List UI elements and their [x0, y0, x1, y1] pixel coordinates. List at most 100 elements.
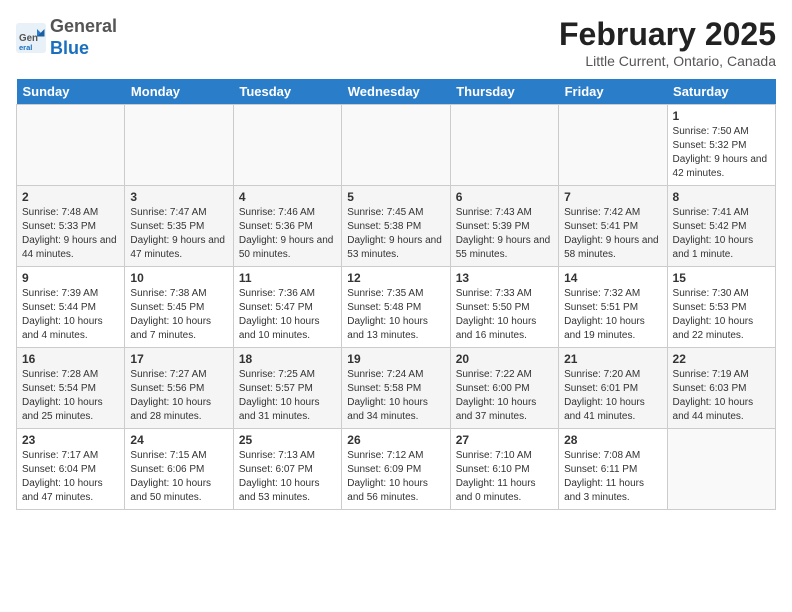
- day-info: Sunrise: 7:12 AMSunset: 6:09 PMDaylight:…: [347, 449, 444, 505]
- day-number: 12: [347, 271, 444, 285]
- calendar-cell: 15 Sunrise: 7:30 AMSunset: 5:53 PMDayligh…: [667, 267, 775, 348]
- days-header-row: SundayMondayTuesdayWednesdayThursdayFrid…: [17, 79, 776, 105]
- day-number: 3: [130, 190, 227, 204]
- page-header: Gen eral General Blue February 2025 Litt…: [16, 16, 776, 69]
- day-info: Sunrise: 7:46 AMSunset: 5:36 PMDaylight:…: [239, 206, 336, 262]
- day-number: 4: [239, 190, 336, 204]
- day-info: Sunrise: 7:08 AMSunset: 6:11 PMDaylight:…: [564, 449, 661, 505]
- calendar-table: SundayMondayTuesdayWednesdayThursdayFrid…: [16, 79, 776, 510]
- day-header-thursday: Thursday: [450, 79, 558, 105]
- calendar-cell: [125, 105, 233, 186]
- day-number: 16: [22, 352, 119, 366]
- day-info: Sunrise: 7:33 AMSunset: 5:50 PMDaylight:…: [456, 287, 553, 343]
- day-info: Sunrise: 7:42 AMSunset: 5:41 PMDaylight:…: [564, 206, 661, 262]
- day-header-sunday: Sunday: [17, 79, 125, 105]
- day-number: 27: [456, 433, 553, 447]
- day-info: Sunrise: 7:47 AMSunset: 5:35 PMDaylight:…: [130, 206, 227, 262]
- day-info: Sunrise: 7:17 AMSunset: 6:04 PMDaylight:…: [22, 449, 119, 505]
- calendar-cell: 23 Sunrise: 7:17 AMSunset: 6:04 PMDayligh…: [17, 429, 125, 510]
- day-number: 9: [22, 271, 119, 285]
- calendar-cell: 3 Sunrise: 7:47 AMSunset: 5:35 PMDaylight…: [125, 186, 233, 267]
- week-row-3: 9 Sunrise: 7:39 AMSunset: 5:44 PMDaylight…: [17, 267, 776, 348]
- day-number: 20: [456, 352, 553, 366]
- day-info: Sunrise: 7:50 AMSunset: 5:32 PMDaylight:…: [673, 125, 770, 181]
- day-number: 2: [22, 190, 119, 204]
- day-number: 15: [673, 271, 770, 285]
- day-info: Sunrise: 7:43 AMSunset: 5:39 PMDaylight:…: [456, 206, 553, 262]
- day-number: 13: [456, 271, 553, 285]
- day-number: 5: [347, 190, 444, 204]
- day-info: Sunrise: 7:28 AMSunset: 5:54 PMDaylight:…: [22, 368, 119, 424]
- calendar-cell: [667, 429, 775, 510]
- day-info: Sunrise: 7:27 AMSunset: 5:56 PMDaylight:…: [130, 368, 227, 424]
- day-header-saturday: Saturday: [667, 79, 775, 105]
- day-info: Sunrise: 7:24 AMSunset: 5:58 PMDaylight:…: [347, 368, 444, 424]
- day-info: Sunrise: 7:36 AMSunset: 5:47 PMDaylight:…: [239, 287, 336, 343]
- calendar-cell: 2 Sunrise: 7:48 AMSunset: 5:33 PMDaylight…: [17, 186, 125, 267]
- day-number: 6: [456, 190, 553, 204]
- day-info: Sunrise: 7:13 AMSunset: 6:07 PMDaylight:…: [239, 449, 336, 505]
- week-row-5: 23 Sunrise: 7:17 AMSunset: 6:04 PMDayligh…: [17, 429, 776, 510]
- day-info: Sunrise: 7:20 AMSunset: 6:01 PMDaylight:…: [564, 368, 661, 424]
- calendar-cell: 21 Sunrise: 7:20 AMSunset: 6:01 PMDayligh…: [559, 348, 667, 429]
- week-row-1: 1 Sunrise: 7:50 AMSunset: 5:32 PMDaylight…: [17, 105, 776, 186]
- calendar-cell: 22 Sunrise: 7:19 AMSunset: 6:03 PMDayligh…: [667, 348, 775, 429]
- calendar-cell: 5 Sunrise: 7:45 AMSunset: 5:38 PMDaylight…: [342, 186, 450, 267]
- day-number: 14: [564, 271, 661, 285]
- calendar-cell: 13 Sunrise: 7:33 AMSunset: 5:50 PMDayligh…: [450, 267, 558, 348]
- calendar-cell: [559, 105, 667, 186]
- day-header-wednesday: Wednesday: [342, 79, 450, 105]
- calendar-cell: 20 Sunrise: 7:22 AMSunset: 6:00 PMDayligh…: [450, 348, 558, 429]
- calendar-cell: 8 Sunrise: 7:41 AMSunset: 5:42 PMDaylight…: [667, 186, 775, 267]
- logo: Gen eral General Blue: [16, 16, 117, 59]
- calendar-cell: 12 Sunrise: 7:35 AMSunset: 5:48 PMDayligh…: [342, 267, 450, 348]
- calendar-cell: 26Sunrise: 7:12 AMSunset: 6:09 PMDayligh…: [342, 429, 450, 510]
- day-info: Sunrise: 7:22 AMSunset: 6:00 PMDaylight:…: [456, 368, 553, 424]
- calendar-cell: 16 Sunrise: 7:28 AMSunset: 5:54 PMDayligh…: [17, 348, 125, 429]
- day-number: 21: [564, 352, 661, 366]
- day-info: Sunrise: 7:19 AMSunset: 6:03 PMDaylight:…: [673, 368, 770, 424]
- day-number: 17: [130, 352, 227, 366]
- month-title: February 2025: [559, 16, 776, 53]
- calendar-cell: 19 Sunrise: 7:24 AMSunset: 5:58 PMDayligh…: [342, 348, 450, 429]
- day-info: Sunrise: 7:38 AMSunset: 5:45 PMDaylight:…: [130, 287, 227, 343]
- logo-general-text: General: [50, 16, 117, 36]
- day-number: 22: [673, 352, 770, 366]
- calendar-cell: [450, 105, 558, 186]
- day-info: Sunrise: 7:10 AMSunset: 6:10 PMDaylight:…: [456, 449, 553, 505]
- day-info: Sunrise: 7:41 AMSunset: 5:42 PMDaylight:…: [673, 206, 770, 262]
- calendar-cell: 14Sunrise: 7:32 AMSunset: 5:51 PMDayligh…: [559, 267, 667, 348]
- day-number: 28: [564, 433, 661, 447]
- svg-text:eral: eral: [19, 43, 32, 52]
- day-info: Sunrise: 7:35 AMSunset: 5:48 PMDaylight:…: [347, 287, 444, 343]
- calendar-cell: 4 Sunrise: 7:46 AMSunset: 5:36 PMDaylight…: [233, 186, 341, 267]
- day-number: 1: [673, 109, 770, 123]
- day-number: 25: [239, 433, 336, 447]
- calendar-cell: 18Sunrise: 7:25 AMSunset: 5:57 PMDayligh…: [233, 348, 341, 429]
- calendar-cell: 6 Sunrise: 7:43 AMSunset: 5:39 PMDaylight…: [450, 186, 558, 267]
- calendar-cell: 11 Sunrise: 7:36 AMSunset: 5:47 PMDayligh…: [233, 267, 341, 348]
- location: Little Current, Ontario, Canada: [559, 53, 776, 69]
- calendar-cell: 27 Sunrise: 7:10 AMSunset: 6:10 PMDayligh…: [450, 429, 558, 510]
- day-info: Sunrise: 7:15 AMSunset: 6:06 PMDaylight:…: [130, 449, 227, 505]
- week-row-4: 16 Sunrise: 7:28 AMSunset: 5:54 PMDayligh…: [17, 348, 776, 429]
- calendar-cell: 7Sunrise: 7:42 AMSunset: 5:41 PMDaylight…: [559, 186, 667, 267]
- day-number: 23: [22, 433, 119, 447]
- day-number: 19: [347, 352, 444, 366]
- logo-icon: Gen eral: [16, 23, 46, 53]
- day-info: Sunrise: 7:30 AMSunset: 5:53 PMDaylight:…: [673, 287, 770, 343]
- day-number: 18: [239, 352, 336, 366]
- day-info: Sunrise: 7:48 AMSunset: 5:33 PMDaylight:…: [22, 206, 119, 262]
- calendar-cell: 24 Sunrise: 7:15 AMSunset: 6:06 PMDayligh…: [125, 429, 233, 510]
- day-number: 11: [239, 271, 336, 285]
- calendar-cell: 17 Sunrise: 7:27 AMSunset: 5:56 PMDayligh…: [125, 348, 233, 429]
- day-number: 24: [130, 433, 227, 447]
- title-area: February 2025 Little Current, Ontario, C…: [559, 16, 776, 69]
- calendar-cell: 9 Sunrise: 7:39 AMSunset: 5:44 PMDaylight…: [17, 267, 125, 348]
- logo-blue-text: Blue: [50, 38, 89, 58]
- day-info: Sunrise: 7:45 AMSunset: 5:38 PMDaylight:…: [347, 206, 444, 262]
- day-number: 8: [673, 190, 770, 204]
- day-info: Sunrise: 7:39 AMSunset: 5:44 PMDaylight:…: [22, 287, 119, 343]
- calendar-cell: 1 Sunrise: 7:50 AMSunset: 5:32 PMDaylight…: [667, 105, 775, 186]
- calendar-cell: 25 Sunrise: 7:13 AMSunset: 6:07 PMDayligh…: [233, 429, 341, 510]
